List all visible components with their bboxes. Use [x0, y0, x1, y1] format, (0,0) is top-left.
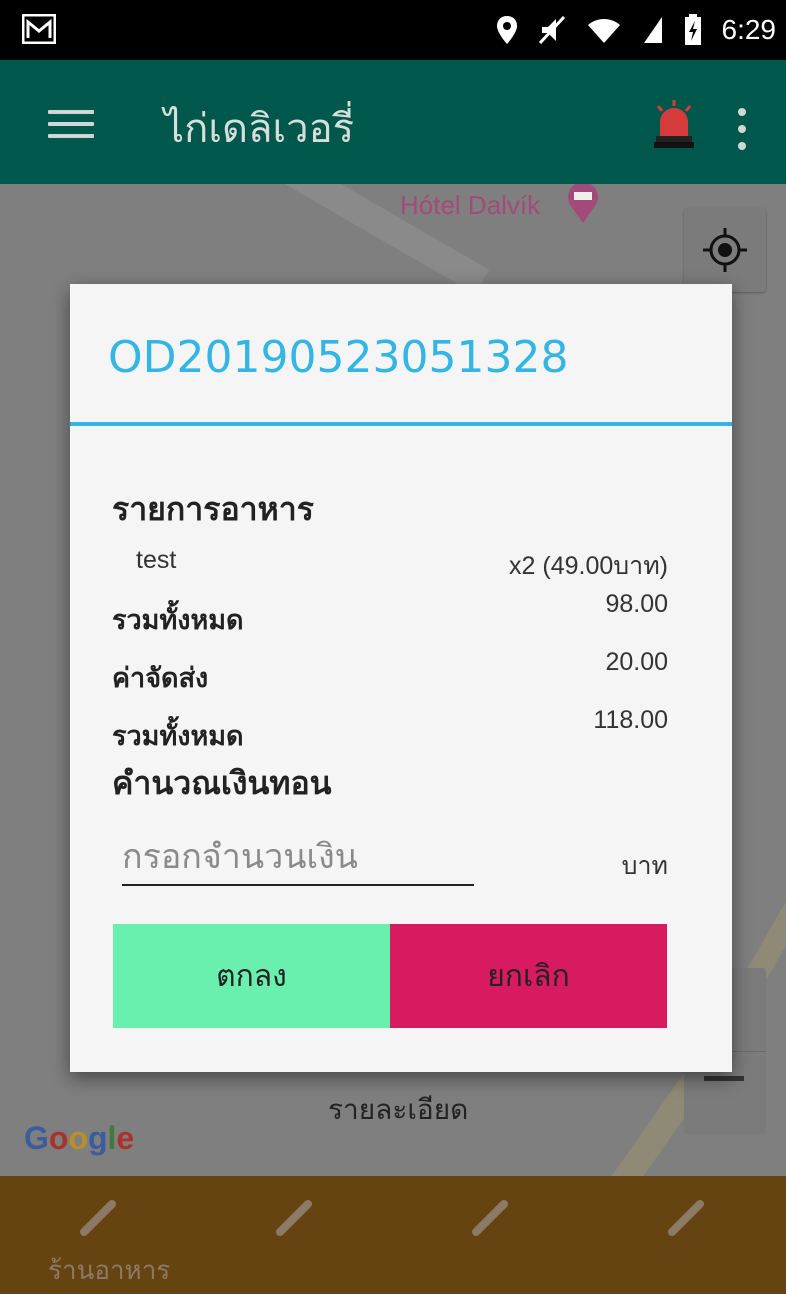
siren-icon[interactable]: [652, 98, 696, 150]
pencil-icon: [276, 1200, 312, 1236]
zoom-out-button[interactable]: [704, 1076, 744, 1081]
map-detail-label[interactable]: รายละเอียด: [328, 1088, 468, 1132]
nav-label: ร้านอาหาร: [48, 1256, 171, 1286]
currency-unit: บาท: [621, 851, 668, 880]
hotel-pin-icon[interactable]: [566, 184, 600, 224]
location-icon: [496, 16, 517, 44]
order-id-title: OD20190523051328: [108, 332, 569, 383]
battery-icon: [684, 14, 701, 45]
my-location-button[interactable]: [684, 208, 766, 292]
ok-button[interactable]: ตกลง: [113, 924, 390, 1028]
pencil-icon: [80, 1200, 116, 1236]
status-bar: 6:29: [0, 0, 786, 60]
menu-icon[interactable]: [48, 110, 94, 138]
item-qty-price: x2 (49.00บาท): [509, 552, 668, 580]
google-logo: Google: [24, 1120, 135, 1156]
gps-icon: [703, 228, 747, 272]
wifi-icon: [587, 19, 620, 43]
nav-item-3[interactable]: [392, 1176, 588, 1294]
delivery-fee-value: 20.00: [605, 648, 668, 676]
app-bar: ไก่เดลิเวอรี่: [0, 60, 786, 184]
total-label: รวมทั้งหมด: [112, 721, 244, 752]
nav-item-4[interactable]: [588, 1176, 784, 1294]
status-icons: 6:29: [496, 0, 777, 60]
amount-field[interactable]: [122, 830, 474, 886]
nav-item-restaurant[interactable]: ร้านอาหาร: [0, 1176, 196, 1294]
title-divider: [70, 422, 732, 426]
map-place-label: Hótel Dalvík: [400, 190, 541, 220]
item-name: test: [136, 546, 177, 574]
amount-input[interactable]: [122, 830, 474, 884]
clock: 6:29: [721, 14, 777, 45]
change-calc-header: คำนวณเงินทอน: [112, 764, 332, 802]
more-icon[interactable]: [738, 108, 748, 152]
nav-item-2[interactable]: [196, 1176, 392, 1294]
bottom-navigation: ร้านอาหาร: [0, 1176, 786, 1294]
signal-icon: [643, 17, 662, 43]
pencil-icon: [668, 1200, 704, 1236]
mute-icon: [538, 15, 565, 45]
cancel-button[interactable]: ยกเลิก: [390, 924, 667, 1028]
subtotal-label: รวมทั้งหมด: [112, 605, 244, 636]
subtotal-value: 98.00: [605, 590, 668, 618]
delivery-fee-label: ค่าจัดส่ง: [112, 663, 209, 694]
app-title: ไก่เดลิเวอรี่: [164, 106, 355, 152]
order-dialog: OD20190523051328 รายการอาหาร test x2 (49…: [70, 284, 732, 1072]
food-list-header: รายการอาหาร: [112, 490, 314, 528]
gmail-icon: [22, 14, 56, 44]
pencil-icon: [472, 1200, 508, 1236]
total-value: 118.00: [593, 706, 668, 734]
